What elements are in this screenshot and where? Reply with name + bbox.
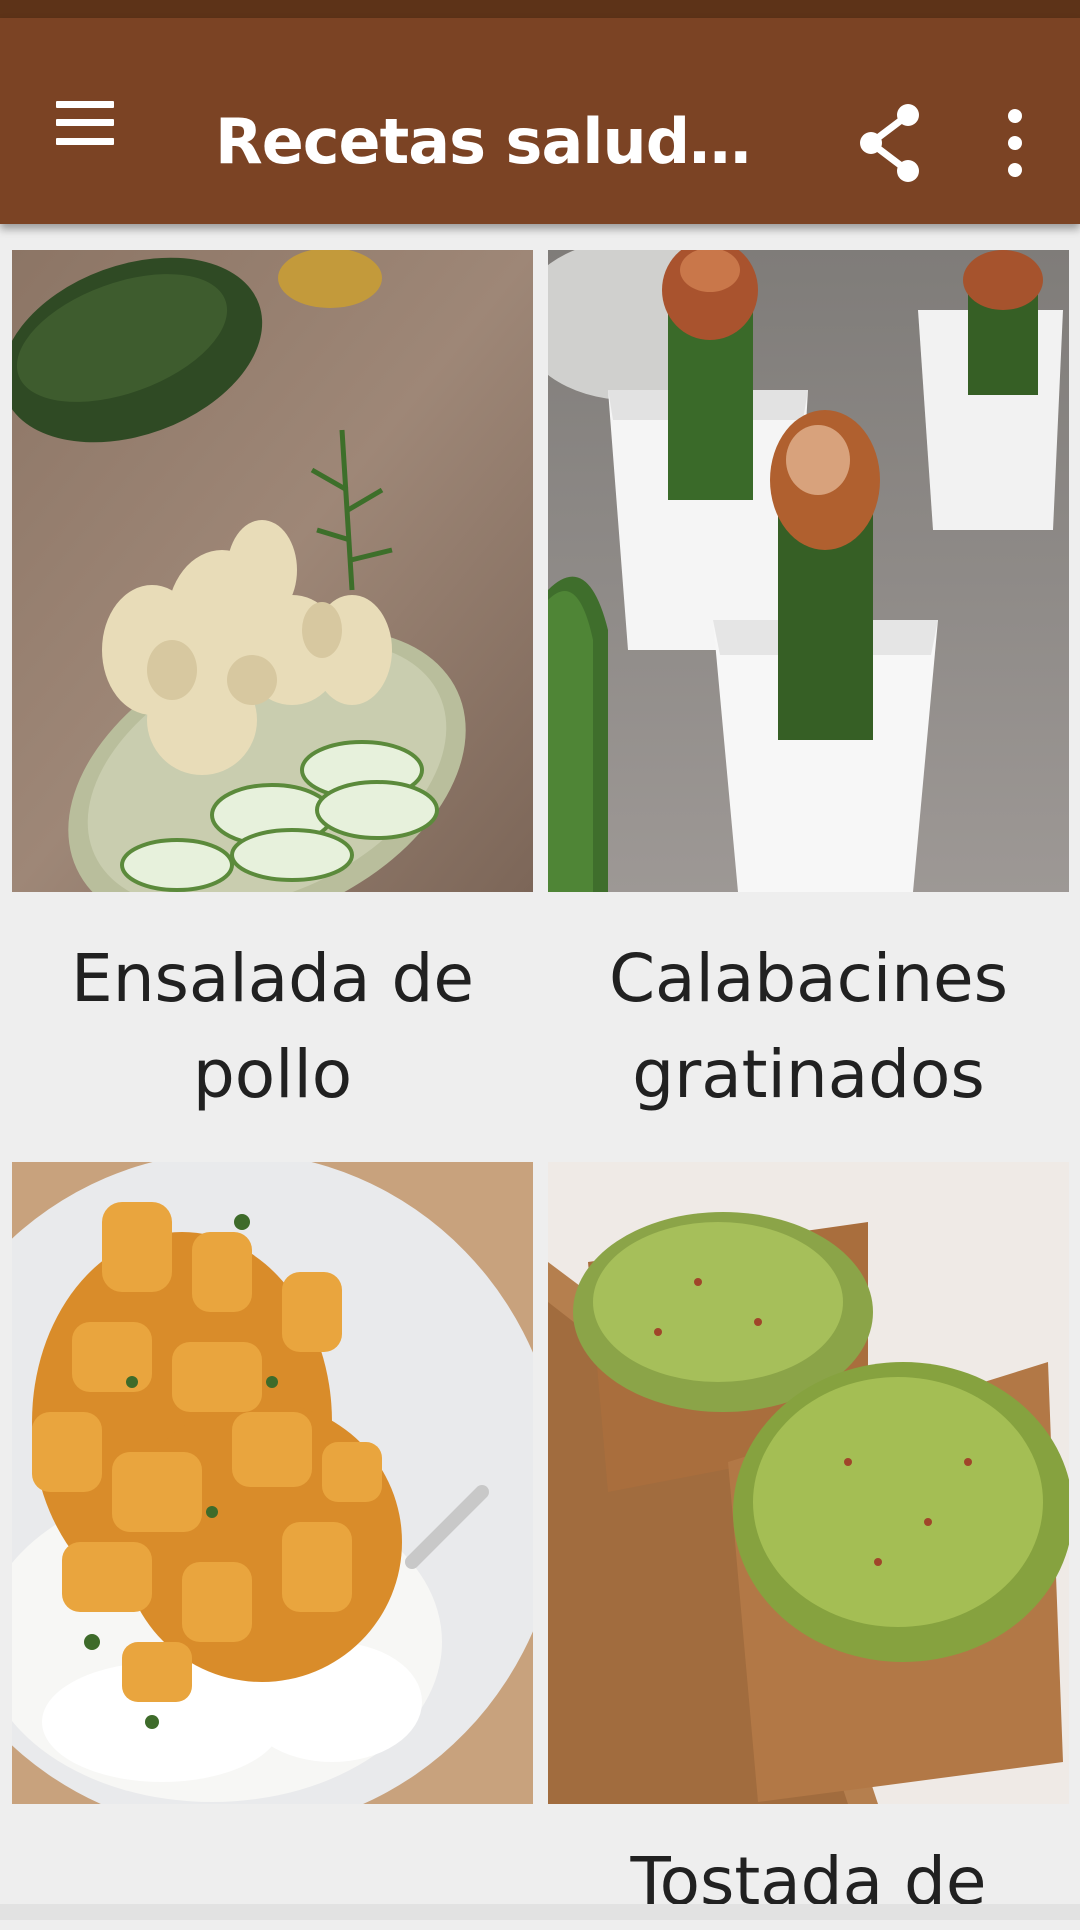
recipe-card[interactable]: Ensalada de pollo [12, 250, 533, 1162]
share-button[interactable] [845, 93, 935, 193]
status-bar [0, 0, 1080, 18]
menu-icon [56, 101, 114, 145]
more-vert-icon [1008, 109, 1022, 177]
app-title: Recetas saludables… [215, 105, 790, 178]
share-icon [860, 104, 919, 182]
recipe-photo [12, 1162, 533, 1804]
recipe-grid: Ensalada de pollo Calabacines gratinados… [0, 224, 1080, 1920]
recipe-name [12, 1804, 533, 1920]
recipe-name: Calabacines gratinados [608, 940, 1009, 1113]
recipe-card[interactable]: Calabacines gratinados [548, 250, 1069, 1162]
recipe-card[interactable] [12, 1162, 533, 1920]
recipe-card[interactable]: Tostada de [548, 1162, 1069, 1920]
recipe-photo [548, 1162, 1069, 1804]
recipe-photo [12, 250, 533, 892]
recipe-photo [548, 250, 1069, 892]
recipe-name: Ensalada de pollo [71, 940, 474, 1113]
bottom-edge [0, 1904, 1080, 1920]
menu-button[interactable] [40, 78, 130, 168]
more-options-button[interactable] [975, 93, 1055, 193]
app-bar: Recetas saludables… [0, 18, 1080, 224]
recipe-name: Tostada de [630, 1843, 987, 1920]
